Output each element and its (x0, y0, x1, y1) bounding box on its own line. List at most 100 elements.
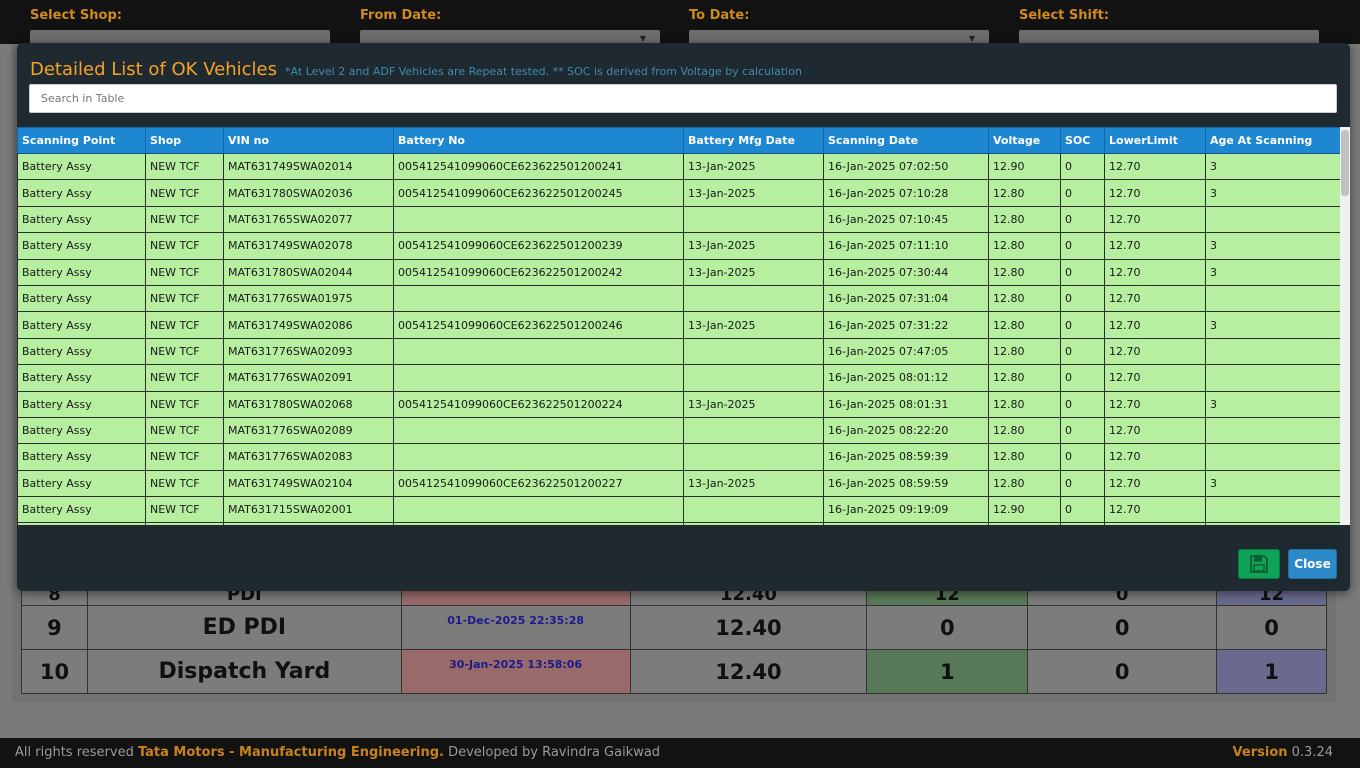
voltage-cell: 12.80 (988, 416, 1061, 445)
total-count[interactable]: 1 (1216, 649, 1327, 694)
search-input[interactable] (29, 84, 1337, 113)
version-label: Version (1232, 745, 1288, 760)
table-row[interactable]: Battery Assy NEW TCF MAT631749SWA02104 0054… (17, 469, 1341, 498)
scanning-date-cell: 16-Jan-2025 07:02:50 (823, 152, 989, 181)
lower-limit-cell (1104, 522, 1206, 525)
column-header-vin-no[interactable]: VIN no (223, 127, 394, 154)
vehicle-table: Scanning Point Shop VIN no Battery No Batter… (17, 127, 1341, 525)
shop-cell: NEW TCF (145, 496, 224, 524)
scanning-point-cell (17, 522, 146, 525)
scanning-point-cell: Battery Assy (17, 364, 146, 392)
save-button[interactable] (1238, 549, 1280, 579)
age-at-scanning-cell (1205, 364, 1341, 392)
soc-cell: 0 (1060, 152, 1105, 181)
shop-cell (145, 522, 224, 525)
footer-version: Version 0.3.24 (1233, 745, 1333, 760)
footer: All rights reserved Tata Motors - Manufa… (0, 738, 1360, 768)
scanning-point-cell: Battery Assy (17, 469, 146, 498)
table-row[interactable] (17, 522, 1341, 525)
ok-count[interactable]: 0 (866, 605, 1029, 650)
voltage-limit: 12.40 (629, 649, 868, 694)
table-row: 9 ED PDI 01-Dec-2025 22:35:28 12.40 0 0 … (21, 605, 1327, 650)
age-at-scanning-cell: 3 (1205, 179, 1341, 207)
vin-no-cell: MAT631780SWA02036 (223, 179, 394, 207)
voltage-cell: 12.80 (988, 179, 1061, 207)
column-header-soc[interactable]: SOC (1060, 127, 1105, 154)
modal-note: *At Level 2 and ADF Vehicles are Repeat … (285, 65, 802, 78)
lower-limit-cell: 12.70 (1104, 364, 1206, 392)
table-row[interactable]: Battery Assy NEW TCF MAT631715SWA02001 16-J… (17, 496, 1341, 524)
battery-no-cell: 005412541099060CE623622501200239 (393, 232, 684, 260)
scrollbar-thumb[interactable] (1341, 130, 1349, 196)
scanning-point-cell: Battery Assy (17, 232, 146, 260)
battery-no-cell: 005412541099060CE623622501200246 (393, 311, 684, 339)
vin-no-cell: MAT631780SWA02044 (223, 258, 394, 286)
shop-filter: Select Shop: (30, 8, 330, 46)
close-button[interactable]: Close (1288, 549, 1337, 579)
table-row[interactable]: Battery Assy NEW TCF MAT631776SWA02093 16-J… (17, 337, 1341, 366)
lower-limit-cell: 12.70 (1104, 390, 1206, 418)
table-row[interactable]: Battery Assy NEW TCF MAT631780SWA02036 0054… (17, 179, 1341, 207)
vin-no-cell: MAT631749SWA02014 (223, 152, 394, 181)
modal-footer (17, 535, 1350, 591)
ok-count[interactable]: 1 (866, 649, 1029, 694)
voltage-cell (988, 522, 1061, 525)
table-row[interactable]: Battery Assy NEW TCF MAT631780SWA02044 0054… (17, 258, 1341, 286)
column-header-scanning-date[interactable]: Scanning Date (823, 127, 989, 154)
table-row[interactable]: Battery Assy NEW TCF MAT631776SWA02091 16-J… (17, 364, 1341, 392)
table-row[interactable]: Battery Assy NEW TCF MAT631749SWA02014 0054… (17, 152, 1341, 181)
lower-limit-cell: 12.70 (1104, 152, 1206, 181)
table-row[interactable]: Battery Assy NEW TCF MAT631749SWA02086 0054… (17, 311, 1341, 339)
ng-count[interactable]: 0 (1027, 605, 1218, 650)
shift-filter: Select Shift: (1019, 8, 1319, 46)
table-row[interactable]: Battery Assy NEW TCF MAT631776SWA02089 16-J… (17, 416, 1341, 445)
lower-limit-cell: 12.70 (1104, 284, 1206, 313)
vin-no-cell: MAT631776SWA02093 (223, 337, 394, 366)
table-row[interactable]: Battery Assy NEW TCF MAT631776SWA02083 16-J… (17, 443, 1341, 471)
battery-mfg-date-cell (683, 337, 824, 366)
battery-no-cell: 005412541099060CE623622501200242 (393, 258, 684, 286)
table-row[interactable]: Battery Assy NEW TCF MAT631749SWA02078 0054… (17, 232, 1341, 260)
lower-limit-cell: 12.70 (1104, 311, 1206, 339)
battery-mfg-date-cell (683, 496, 824, 524)
table-scrollbar[interactable] (1340, 127, 1350, 525)
vin-no-cell (223, 522, 394, 525)
shop-cell: NEW TCF (145, 205, 224, 234)
voltage-cell: 12.80 (988, 390, 1061, 418)
ng-count[interactable]: 0 (1027, 649, 1218, 694)
to-date-filter: To Date: ▼ (689, 8, 989, 46)
footer-credits: All rights reserved Tata Motors - Manufa… (15, 745, 660, 760)
table-row[interactable]: Battery Assy NEW TCF MAT631765SWA02077 16-J… (17, 205, 1341, 234)
shop-cell: NEW TCF (145, 179, 224, 207)
soc-cell: 0 (1060, 337, 1105, 366)
modal-title: Detailed List of OK Vehicles (30, 59, 277, 80)
scanning-date-cell: 16-Jan-2025 08:01:31 (823, 390, 989, 418)
scanning-point-cell: Battery Assy (17, 337, 146, 366)
table-row[interactable]: Battery Assy NEW TCF MAT631776SWA01975 16-J… (17, 284, 1341, 313)
battery-mfg-date-cell: 13-Jan-2025 (683, 232, 824, 260)
modal-header: Detailed List of OK Vehicles *At Level 2… (30, 59, 802, 80)
column-header-scanning-point[interactable]: Scanning Point (17, 127, 146, 154)
battery-mfg-date-cell: 13-Jan-2025 (683, 152, 824, 181)
column-header-voltage[interactable]: Voltage (988, 127, 1061, 154)
column-header-battery-mfg-date[interactable]: Battery Mfg Date (683, 127, 824, 154)
table-row[interactable]: Battery Assy NEW TCF MAT631780SWA02068 0054… (17, 390, 1341, 418)
soc-cell (1060, 522, 1105, 525)
battery-no-cell (393, 496, 684, 524)
battery-no-cell: 005412541099060CE623622501200245 (393, 179, 684, 207)
total-count[interactable]: 0 (1216, 605, 1327, 650)
battery-no-cell (393, 337, 684, 366)
shop-cell: NEW TCF (145, 258, 224, 286)
voltage-cell: 12.80 (988, 232, 1061, 260)
footer-company: Tata Motors - Manufacturing Engineering. (137, 745, 444, 760)
column-header-shop[interactable]: Shop (145, 127, 224, 154)
battery-mfg-date-cell: 13-Jan-2025 (683, 179, 824, 207)
age-at-scanning-cell: 3 (1205, 469, 1341, 498)
column-header-battery-no[interactable]: Battery No (393, 127, 684, 154)
scanning-date-cell: 16-Jan-2025 08:59:39 (823, 443, 989, 471)
soc-cell: 0 (1060, 364, 1105, 392)
voltage-limit: 12.40 (629, 605, 868, 650)
column-header-lower-limit[interactable]: LowerLimit (1104, 127, 1206, 154)
column-header-age-at-scanning[interactable]: Age At Scanning (1205, 127, 1341, 154)
battery-no-cell (393, 205, 684, 234)
